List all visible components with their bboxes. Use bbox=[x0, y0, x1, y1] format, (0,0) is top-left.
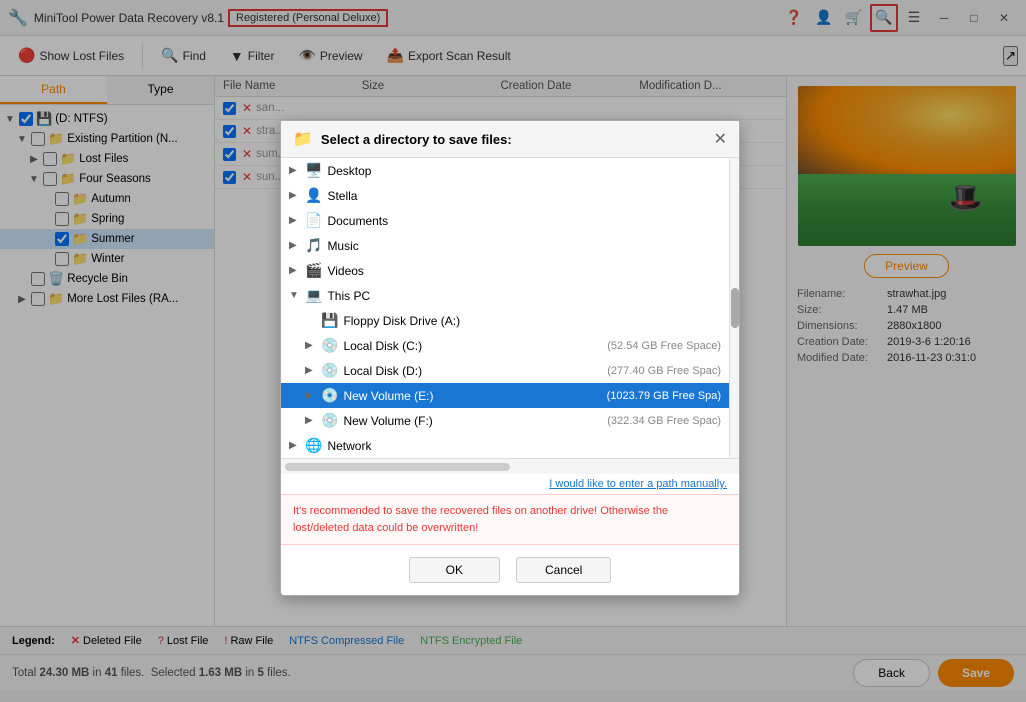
save-dialog: 📁 Select a directory to save files: ✕ ▶ … bbox=[280, 120, 740, 596]
dialog-title-bar: 📁 Select a directory to save files: ✕ bbox=[281, 121, 739, 158]
dialog-overlay: 📁 Select a directory to save files: ✕ ▶ … bbox=[0, 0, 1026, 702]
label-desktop: Desktop bbox=[327, 164, 721, 178]
expand-volume-f[interactable]: ▶ bbox=[305, 415, 321, 426]
dialog-title-label: Select a directory to save files: bbox=[321, 132, 512, 147]
expand-volume-e[interactable]: ▶ bbox=[305, 390, 321, 401]
label-documents: Documents bbox=[327, 214, 721, 228]
label-local-d: Local Disk (D:) bbox=[343, 364, 607, 378]
folder-item-music[interactable]: ▶ 🎵 Music bbox=[281, 233, 729, 258]
folder-item-stella[interactable]: ▶ 👤 Stella bbox=[281, 183, 729, 208]
folder-item-local-c[interactable]: ▶ 💿 Local Disk (C:) (52.54 GB Free Space… bbox=[281, 333, 729, 358]
volume-f-icon: 💿 bbox=[321, 412, 338, 429]
label-music: Music bbox=[327, 239, 721, 253]
floppy-icon: 💾 bbox=[321, 312, 338, 329]
dialog-ok-button[interactable]: OK bbox=[409, 557, 500, 583]
folder-item-documents[interactable]: ▶ 📄 Documents bbox=[281, 208, 729, 233]
documents-icon: 📄 bbox=[305, 212, 322, 229]
folder-item-network[interactable]: ▶ 🌐 Network bbox=[281, 433, 729, 458]
label-network: Network bbox=[327, 439, 721, 453]
network-icon: 🌐 bbox=[305, 437, 322, 454]
space-local-c: (52.54 GB Free Space) bbox=[607, 340, 721, 352]
folder-item-volume-f[interactable]: ▶ 💿 New Volume (F:) (322.34 GB Free Spac… bbox=[281, 408, 729, 433]
folder-item-desktop[interactable]: ▶ 🖥️ Desktop bbox=[281, 158, 729, 183]
folder-item-this-pc[interactable]: ▼ 💻 This PC bbox=[281, 283, 729, 308]
space-volume-e: (1023.79 GB Free Spa) bbox=[607, 390, 721, 402]
videos-icon: 🎬 bbox=[305, 262, 322, 279]
stella-icon: 👤 bbox=[305, 187, 322, 204]
expand-local-d[interactable]: ▶ bbox=[305, 365, 321, 376]
expand-local-c[interactable]: ▶ bbox=[305, 340, 321, 351]
space-local-d: (277.40 GB Free Spac) bbox=[607, 365, 721, 377]
h-scrollbar-thumb bbox=[285, 463, 510, 471]
dialog-cancel-button[interactable]: Cancel bbox=[516, 557, 611, 583]
volume-e-icon: 💿 bbox=[321, 387, 338, 404]
scrollbar-thumb bbox=[731, 288, 739, 328]
label-local-c: Local Disk (C:) bbox=[343, 339, 607, 353]
dialog-body: ▶ 🖥️ Desktop ▶ 👤 Stella ▶ 📄 Documen bbox=[281, 158, 739, 595]
label-floppy: Floppy Disk Drive (A:) bbox=[343, 314, 721, 328]
label-stella: Stella bbox=[327, 189, 721, 203]
dialog-scrollbar[interactable] bbox=[729, 158, 739, 458]
label-this-pc: This PC bbox=[327, 289, 721, 303]
folder-tree[interactable]: ▶ 🖥️ Desktop ▶ 👤 Stella ▶ 📄 Documen bbox=[281, 158, 729, 458]
dialog-folder-icon: 📁 bbox=[293, 129, 313, 149]
folder-item-local-d[interactable]: ▶ 💿 Local Disk (D:) (277.40 GB Free Spac… bbox=[281, 358, 729, 383]
disk-c-icon: 💿 bbox=[321, 337, 338, 354]
dialog-warning: It's recommended to save the recovered f… bbox=[281, 494, 739, 545]
disk-d-icon: 💿 bbox=[321, 362, 338, 379]
expand-desktop[interactable]: ▶ bbox=[289, 165, 305, 176]
dialog-buttons: OK Cancel bbox=[281, 545, 739, 595]
expand-videos[interactable]: ▶ bbox=[289, 265, 305, 276]
music-icon: 🎵 bbox=[305, 237, 322, 254]
dialog-close-button[interactable]: ✕ bbox=[714, 129, 727, 149]
label-volume-f: New Volume (F:) bbox=[343, 414, 607, 428]
expand-music[interactable]: ▶ bbox=[289, 240, 305, 251]
folder-tree-container: ▶ 🖥️ Desktop ▶ 👤 Stella ▶ 📄 Documen bbox=[281, 158, 739, 458]
label-volume-e: New Volume (E:) bbox=[343, 389, 606, 403]
desktop-icon: 🖥️ bbox=[305, 162, 322, 179]
expand-documents[interactable]: ▶ bbox=[289, 215, 305, 226]
expand-stella[interactable]: ▶ bbox=[289, 190, 305, 201]
folder-item-videos[interactable]: ▶ 🎬 Videos bbox=[281, 258, 729, 283]
folder-item-volume-e[interactable]: ▶ 💿 New Volume (E:) (1023.79 GB Free Spa… bbox=[281, 383, 729, 408]
label-videos: Videos bbox=[327, 264, 721, 278]
horizontal-scrollbar[interactable] bbox=[281, 458, 739, 474]
this-pc-icon: 💻 bbox=[305, 287, 322, 304]
expand-this-pc[interactable]: ▼ bbox=[289, 290, 305, 301]
folder-item-floppy[interactable]: ▶ 💾 Floppy Disk Drive (A:) bbox=[281, 308, 729, 333]
space-volume-f: (322.34 GB Free Spac) bbox=[607, 415, 721, 427]
manual-path-link[interactable]: I would like to enter a path manually. bbox=[281, 474, 739, 494]
expand-network[interactable]: ▶ bbox=[289, 440, 305, 451]
